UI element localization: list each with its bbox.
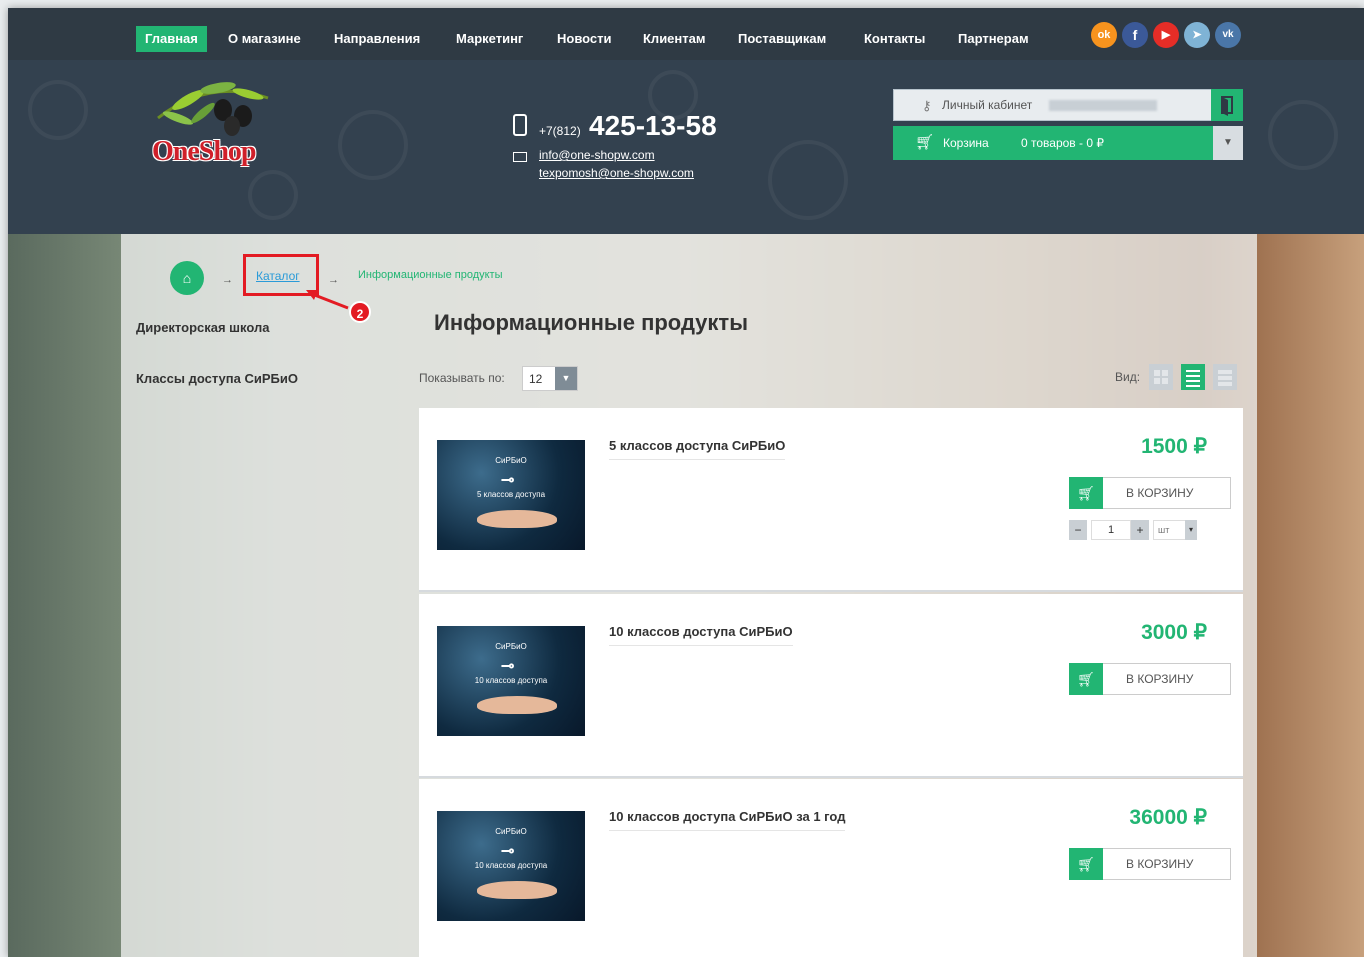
- view-grid-button[interactable]: [1149, 364, 1173, 390]
- nav-item-marketing[interactable]: Маркетинг: [447, 26, 532, 52]
- thumb-caption: 5 классов доступа: [476, 490, 546, 499]
- add-to-cart-button[interactable]: 🛒︎ В КОРЗИНУ: [1069, 477, 1231, 509]
- add-to-cart-label: В КОРЗИНУ: [1126, 486, 1194, 500]
- facebook-icon[interactable]: f: [1122, 22, 1148, 48]
- email-link[interactable]: info@one-shopw.com: [539, 148, 655, 162]
- nav-item-suppliers[interactable]: Поставщикам: [729, 26, 835, 52]
- thumb-caption: 10 классов доступа: [474, 676, 548, 685]
- chevron-down-icon: ▼: [1223, 137, 1233, 148]
- home-icon: ⌂: [182, 270, 192, 286]
- door-exit-icon: [1221, 96, 1233, 116]
- view-table-button[interactable]: [1213, 364, 1237, 390]
- background-pattern-icon: [28, 80, 88, 140]
- background-pattern-icon: [338, 110, 408, 180]
- chevron-down-icon[interactable]: ▼: [555, 367, 577, 390]
- thumb-caption: 10 классов доступа: [474, 861, 548, 870]
- product-image[interactable]: СиРБиО ⊸ 10 классов доступа: [437, 811, 585, 921]
- nav-item-contacts[interactable]: Контакты: [855, 26, 934, 52]
- nav-item-about[interactable]: О магазине: [219, 26, 310, 52]
- product-image[interactable]: СиРБиО ⊸ 10 классов доступа: [437, 626, 585, 736]
- unit-value: шт: [1158, 525, 1170, 535]
- list-view-icon: [1186, 370, 1200, 387]
- product-card: СиРБиО ⊸ 10 классов доступа 10 классов д…: [419, 594, 1243, 778]
- key-icon: ⚷: [922, 98, 932, 113]
- product-price: 1500 ₽: [1141, 435, 1207, 458]
- site-logo[interactable]: OneShop: [148, 68, 278, 178]
- product-name-link[interactable]: 10 классов доступа СиРБиО: [609, 624, 793, 646]
- thumb-brand: СиРБиО: [495, 642, 527, 651]
- cart-icon: 🛒︎: [1069, 848, 1103, 880]
- background-pattern-icon: [768, 140, 848, 220]
- logo-text: OneShop: [152, 136, 256, 167]
- add-to-cart-label: В КОРЗИНУ: [1126, 672, 1194, 686]
- vk-icon[interactable]: vk: [1215, 22, 1241, 48]
- sidebar-item-director-school[interactable]: Директорская школа: [136, 320, 269, 335]
- cart-label: Корзина: [943, 136, 989, 150]
- cart-icon: 🛒︎: [1069, 477, 1103, 509]
- product-image[interactable]: СиРБиО ⊸ 5 классов доступа: [437, 440, 585, 550]
- sidebar-item-access-classes[interactable]: Классы доступа СиРБиО: [136, 371, 298, 386]
- hand-icon: [477, 510, 557, 528]
- cart-bar[interactable]: 🛒︎ Корзина 0 товаров - 0 ₽ ▼: [893, 126, 1243, 160]
- unit-dropdown-button[interactable]: ▾: [1185, 520, 1197, 540]
- breadcrumb-current: Информационные продукты: [358, 269, 503, 281]
- account-bar[interactable]: ⚷ Личный кабинет: [893, 89, 1243, 121]
- product-name-link[interactable]: 10 классов доступа СиРБиО за 1 год: [609, 809, 846, 831]
- product-card: СиРБиО ⊸ 5 классов доступа 5 классов дос…: [419, 408, 1243, 592]
- nav-item-partners[interactable]: Партнерам: [949, 26, 1038, 52]
- view-label: Вид:: [1115, 370, 1141, 384]
- thumb-brand: СиРБиО: [495, 456, 527, 465]
- nav-item-directions[interactable]: Направления: [325, 26, 429, 52]
- add-to-cart-label: В КОРЗИНУ: [1126, 857, 1194, 871]
- view-list-button[interactable]: [1181, 364, 1205, 390]
- cart-summary: 0 товаров - 0 ₽: [1021, 136, 1104, 150]
- mobile-phone-icon: [513, 114, 527, 136]
- product-card: СиРБиО ⊸ 10 классов доступа 10 классов д…: [419, 779, 1243, 957]
- youtube-icon[interactable]: ▶: [1153, 22, 1179, 48]
- login-button[interactable]: [1211, 89, 1243, 121]
- account-label: Личный кабинет: [942, 98, 1033, 112]
- site-header: OneShop +7(812) 425-13-58 info@one-shopw…: [8, 60, 1364, 234]
- phone-number[interactable]: 425-13-58: [589, 110, 717, 142]
- key-icon: ⊸: [501, 472, 515, 489]
- envelope-icon: [513, 152, 527, 162]
- cart-icon: 🛒︎: [915, 134, 935, 151]
- nav-item-clients[interactable]: Клиентам: [634, 26, 714, 52]
- grid-view-icon: [1154, 370, 1168, 384]
- page-title: Информационные продукты: [434, 310, 748, 335]
- nav-item-home[interactable]: Главная: [136, 26, 207, 52]
- perpage-select[interactable]: 12 ▼: [522, 366, 578, 391]
- annotation-step-marker: 2: [349, 301, 371, 323]
- table-view-icon: [1218, 370, 1232, 386]
- quantity-input[interactable]: 1: [1091, 520, 1131, 540]
- account-name-blurred: [1049, 100, 1157, 111]
- increase-quantity-button[interactable]: +: [1131, 520, 1149, 540]
- top-navigation: Главная О магазине Направления Маркетинг…: [8, 8, 1364, 60]
- key-icon: ⊸: [501, 843, 515, 860]
- breadcrumb-separator: →: [222, 274, 233, 286]
- product-price: 36000 ₽: [1129, 806, 1207, 829]
- breadcrumb-home-button[interactable]: ⌂: [170, 261, 204, 295]
- product-name-link[interactable]: 5 классов доступа СиРБиО: [609, 438, 786, 460]
- nav-item-news[interactable]: Новости: [548, 26, 621, 52]
- perpage-label: Показывать по:: [419, 371, 505, 385]
- perpage-value: 12: [529, 372, 543, 386]
- telegram-icon[interactable]: ➤: [1184, 22, 1210, 48]
- cart-dropdown-button[interactable]: ▼: [1213, 126, 1243, 160]
- hand-icon: [477, 696, 557, 714]
- support-email-link[interactable]: texpomosh@one-shopw.com: [539, 166, 694, 180]
- key-icon: ⊸: [501, 658, 515, 675]
- odnoklassniki-icon[interactable]: ok: [1091, 22, 1117, 48]
- cart-icon: 🛒︎: [1069, 663, 1103, 695]
- add-to-cart-button[interactable]: 🛒︎ В КОРЗИНУ: [1069, 663, 1231, 695]
- phone-prefix: +7(812): [539, 124, 581, 138]
- background-pattern-icon: [1268, 100, 1338, 170]
- add-to-cart-button[interactable]: 🛒︎ В КОРЗИНУ: [1069, 848, 1231, 880]
- decrease-quantity-button[interactable]: −: [1069, 520, 1087, 540]
- thumb-brand: СиРБиО: [495, 827, 527, 836]
- hand-icon: [477, 881, 557, 899]
- browser-page: Главная О магазине Направления Маркетинг…: [8, 8, 1364, 957]
- product-price: 3000 ₽: [1141, 621, 1207, 644]
